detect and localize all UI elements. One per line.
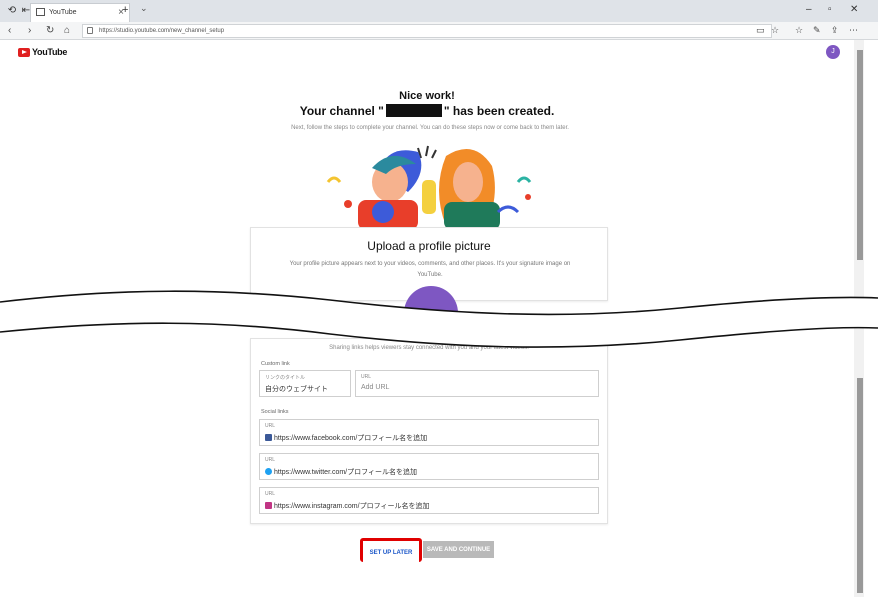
- instagram-url-label: URL: [265, 491, 276, 497]
- set-up-later-button[interactable]: SET UP LATER: [363, 544, 419, 562]
- channel-created-message: Your channel " " has been created.: [0, 104, 854, 118]
- facebook-url-value: https://www.facebook.com/プロフィール名を追加: [274, 435, 428, 442]
- instagram-url-value: https://www.instagram.com/プロフィール名を追加: [274, 503, 430, 510]
- url-label: URL: [361, 374, 372, 380]
- more-icon[interactable]: ⋯: [849, 25, 858, 36]
- facebook-icon: [265, 434, 272, 441]
- save-and-continue-button[interactable]: SAVE AND CONTINUE: [423, 541, 494, 558]
- refresh-icon[interactable]: ↻: [46, 25, 54, 36]
- link-title-value: 自分のウェブサイト: [265, 386, 328, 393]
- link-title-label: リンクのタイトル: [265, 375, 306, 381]
- browser-tab-bar: ⟲ ⇤ YouTube × + ⌄ – ▫ ✕: [0, 0, 878, 22]
- next-steps-text: Next, follow the steps to complete your …: [291, 125, 569, 131]
- maximize-button[interactable]: ▫: [828, 4, 832, 15]
- twitter-url-label: URL: [265, 457, 276, 463]
- star-icon[interactable]: ☆: [771, 25, 779, 36]
- tab-title: YouTube: [49, 9, 77, 16]
- scrollbar-thumb-lower[interactable]: [857, 378, 863, 593]
- avatar[interactable]: J: [826, 45, 840, 59]
- link-title-field[interactable]: リンクのタイトル 自分のウェブサイト: [259, 370, 351, 397]
- instagram-icon: [265, 502, 272, 509]
- custom-url-field[interactable]: URL Add URL: [355, 370, 599, 397]
- scrollbar-thumb-upper[interactable]: [857, 50, 863, 260]
- tab-actions-icon[interactable]: ⟲: [6, 5, 18, 17]
- browser-tab[interactable]: YouTube ×: [30, 3, 130, 22]
- facebook-url-field[interactable]: URL https://www.facebook.com/プロフィール名を追加: [259, 419, 599, 446]
- url-placeholder: Add URL: [361, 384, 390, 391]
- url-field[interactable]: https://studio.youtube.com/new_channel_s…: [82, 24, 772, 38]
- youtube-logo-text[interactable]: YouTube: [32, 47, 67, 57]
- window-close-button[interactable]: ✕: [850, 4, 858, 15]
- page-icon: [36, 8, 45, 16]
- pen-icon[interactable]: ✎: [813, 25, 821, 36]
- home-icon[interactable]: ⌂: [64, 25, 70, 36]
- set-up-later-highlight: SET UP LATER: [360, 538, 422, 562]
- twitter-url-value: https://www.twitter.com/プロフィール名を追加: [274, 469, 417, 476]
- celebration-illustration-icon: [326, 145, 532, 230]
- screenshot-break-wave: [0, 290, 878, 348]
- youtube-logo-icon[interactable]: [18, 48, 30, 57]
- chevron-down-icon[interactable]: ⌄: [140, 3, 148, 14]
- redacted-channel-name: [385, 104, 442, 117]
- created-text-start: Your channel ": [299, 104, 384, 118]
- favorites-icon[interactable]: ☆: [795, 25, 803, 36]
- twitter-url-field[interactable]: URL https://www.twitter.com/プロフィール名を追加: [259, 453, 599, 480]
- facebook-url-label: URL: [265, 423, 276, 429]
- created-text-end: " has been created.: [443, 104, 555, 118]
- lock-icon: [87, 27, 93, 34]
- instagram-url-field[interactable]: URL https://www.instagram.com/プロフィール名を追加: [259, 487, 599, 514]
- back-arrow-icon[interactable]: ‹: [8, 25, 11, 36]
- card-description: Your profile picture appears next to you…: [289, 261, 571, 278]
- page-title: Nice work!: [399, 90, 455, 102]
- share-icon[interactable]: ⇪: [831, 25, 839, 36]
- new-tab-button[interactable]: +: [122, 4, 128, 16]
- reading-view-icon[interactable]: ▭: [756, 25, 765, 36]
- twitter-icon: [265, 468, 272, 475]
- social-links-heading: Social links: [261, 409, 289, 415]
- youtube-header: YouTube J: [0, 40, 854, 64]
- forward-arrow-icon[interactable]: ›: [28, 25, 31, 36]
- card-title: Upload a profile picture: [367, 239, 491, 253]
- minimize-button[interactable]: –: [806, 4, 812, 15]
- address-bar-row: ‹ › ↻ ⌂ https://studio.youtube.com/new_c…: [0, 22, 878, 40]
- url-text: https://studio.youtube.com/new_channel_s…: [99, 28, 225, 34]
